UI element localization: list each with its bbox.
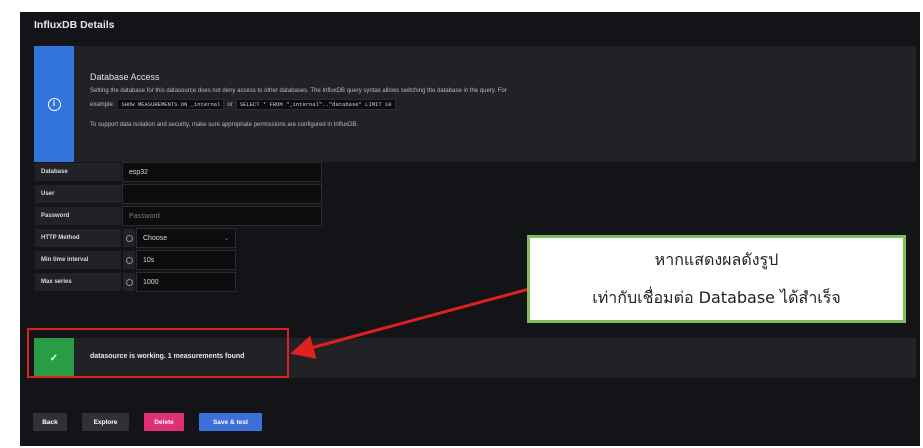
help-icon <box>125 256 133 264</box>
max-series-help[interactable] <box>122 272 136 292</box>
min-time-interval-help[interactable] <box>122 250 136 270</box>
callout-note: หากแสดงผลดังรูป เท่ากับเชื่อมต่อ Databas… <box>527 235 906 323</box>
min-time-interval-row: Min time interval 10s <box>34 250 236 270</box>
user-input[interactable] <box>122 184 322 204</box>
database-label: Database <box>34 162 122 182</box>
password-row: Password Password <box>34 206 322 226</box>
min-time-interval-input[interactable]: 10s <box>136 250 236 270</box>
max-series-input[interactable]: 1000 <box>136 272 236 292</box>
http-method-value: Choose <box>143 234 168 242</box>
password-label: Password <box>34 206 122 226</box>
database-access-info: i Database Access Setting the database f… <box>34 46 916 162</box>
user-label: User <box>34 184 122 204</box>
info-text-line3: To support data isolation and security, … <box>90 122 359 128</box>
max-series-row: Max series 1000 <box>34 272 236 292</box>
http-method-row: HTTP Method Choose ⌄ <box>34 228 236 248</box>
http-method-select[interactable]: Choose ⌄ <box>136 228 236 248</box>
back-button[interactable]: Back <box>33 413 67 431</box>
datasource-settings-panel: InfluxDB Details i Database Access Setti… <box>20 12 920 446</box>
password-input[interactable]: Password <box>122 206 322 226</box>
min-time-interval-label: Min time interval <box>34 250 122 270</box>
callout-line1: หากแสดงผลดังรูป <box>654 250 779 269</box>
code-sample-1: SHOW MEASUREMENTS ON _internal <box>117 99 225 110</box>
explore-button[interactable]: Explore <box>82 413 129 431</box>
http-method-label: HTTP Method <box>34 228 122 248</box>
info-text-line2: example: SHOW MEASUREMENTS ON _internal … <box>90 99 396 110</box>
info-title: Database Access <box>90 72 160 82</box>
code-sample-2: SELECT * FROM "_internal".."database" LI… <box>235 99 396 110</box>
info-example-label: example: <box>90 101 115 108</box>
info-accent: i <box>34 46 74 162</box>
info-text-line1: Setting the database for this datasource… <box>90 88 507 94</box>
help-icon <box>125 234 133 242</box>
info-or: or <box>227 101 233 108</box>
database-input[interactable]: esp32 <box>122 162 322 182</box>
section-title: InfluxDB Details <box>34 19 115 31</box>
callout-line2: เท่ากับเชื่อมต่อ Database ได้สำเร็จ <box>592 288 841 307</box>
http-method-help[interactable] <box>122 228 136 248</box>
chevron-down-icon: ⌄ <box>223 235 229 242</box>
help-icon <box>125 278 133 286</box>
save-test-button[interactable]: Save & test <box>199 413 262 431</box>
highlight-box <box>27 328 289 378</box>
max-series-label: Max series <box>34 272 122 292</box>
database-row: Database esp32 <box>34 162 322 182</box>
info-icon: i <box>47 97 61 111</box>
user-row: User <box>34 184 322 204</box>
delete-button[interactable]: Delete <box>144 413 184 431</box>
